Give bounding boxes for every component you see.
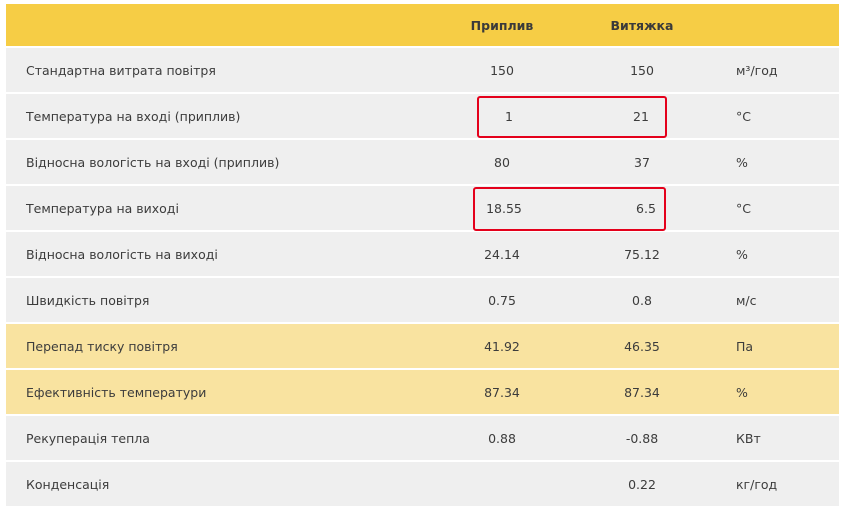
exhaust-value: 0.8 <box>632 292 652 308</box>
unit: °C <box>736 200 751 216</box>
table-row: Стандартна витрата повітря 150 150 м³/го… <box>6 48 839 94</box>
exhaust-value: 0.22 <box>628 476 656 492</box>
unit: КВт <box>736 430 761 446</box>
unit: % <box>736 384 748 400</box>
unit: м³/год <box>736 62 778 78</box>
table-row: Відносна вологість на виході 24.14 75.12… <box>6 232 839 278</box>
supply-value: 80 <box>494 154 510 170</box>
header-supply: Приплив <box>470 17 534 33</box>
table-row: Відносна вологість на вході (приплив) 80… <box>6 140 839 186</box>
table-row: Конденсація 0.22 кг/год <box>6 462 839 508</box>
table-row-highlighted: Ефективність температури 87.34 87.34 % <box>6 370 839 416</box>
exhaust-value: 150 <box>630 62 654 78</box>
unit: % <box>736 154 748 170</box>
row-label: Швидкість повітря <box>26 292 150 308</box>
row-label: Відносна вологість на виході <box>26 246 218 262</box>
row-label: Температура на виході <box>26 200 179 216</box>
header-exhaust: Витяжка <box>610 17 674 33</box>
supply-value: 0.75 <box>488 292 516 308</box>
supply-value: 41.92 <box>484 338 520 354</box>
row-label: Конденсація <box>26 476 110 492</box>
unit: Па <box>736 338 754 354</box>
unit: °C <box>736 108 751 124</box>
exhaust-value: -0.88 <box>625 430 659 446</box>
row-label: Відносна вологість на вході (приплив) <box>26 154 280 170</box>
highlight-box-inlet-temperature <box>477 96 667 138</box>
exhaust-value: 75.12 <box>624 246 660 262</box>
row-label: Перепад тиску повітря <box>26 338 178 354</box>
row-label: Стандартна витрата повітря <box>26 62 216 78</box>
exhaust-value: 87.34 <box>624 384 660 400</box>
highlight-box-outlet-temperature <box>473 187 666 231</box>
ventilation-data-table: Приплив Витяжка Стандартна витрата повіт… <box>6 4 839 508</box>
row-label: Температура на вході (приплив) <box>26 108 241 124</box>
row-label: Рекуперація тепла <box>26 430 150 446</box>
supply-value: 150 <box>490 62 514 78</box>
table-row: Температура на вході (приплив) 1 21 °C <box>6 94 839 140</box>
exhaust-value: 37 <box>634 154 650 170</box>
unit: % <box>736 246 748 262</box>
supply-value: 0.88 <box>488 430 516 446</box>
table-row: Температура на виході 18.55 6.5 °C <box>6 186 839 232</box>
supply-value: 87.34 <box>484 384 520 400</box>
exhaust-value: 46.35 <box>624 338 660 354</box>
unit: м/с <box>736 292 757 308</box>
table-row-highlighted: Перепад тиску повітря 41.92 46.35 Па <box>6 324 839 370</box>
row-label: Ефективність температури <box>26 384 207 400</box>
table-row: Швидкість повітря 0.75 0.8 м/с <box>6 278 839 324</box>
unit: кг/год <box>736 476 778 492</box>
table-row: Рекуперація тепла 0.88 -0.88 КВт <box>6 416 839 462</box>
supply-value: 24.14 <box>484 246 520 262</box>
supply-value <box>476 462 528 506</box>
table-header-row: Приплив Витяжка <box>6 4 839 48</box>
